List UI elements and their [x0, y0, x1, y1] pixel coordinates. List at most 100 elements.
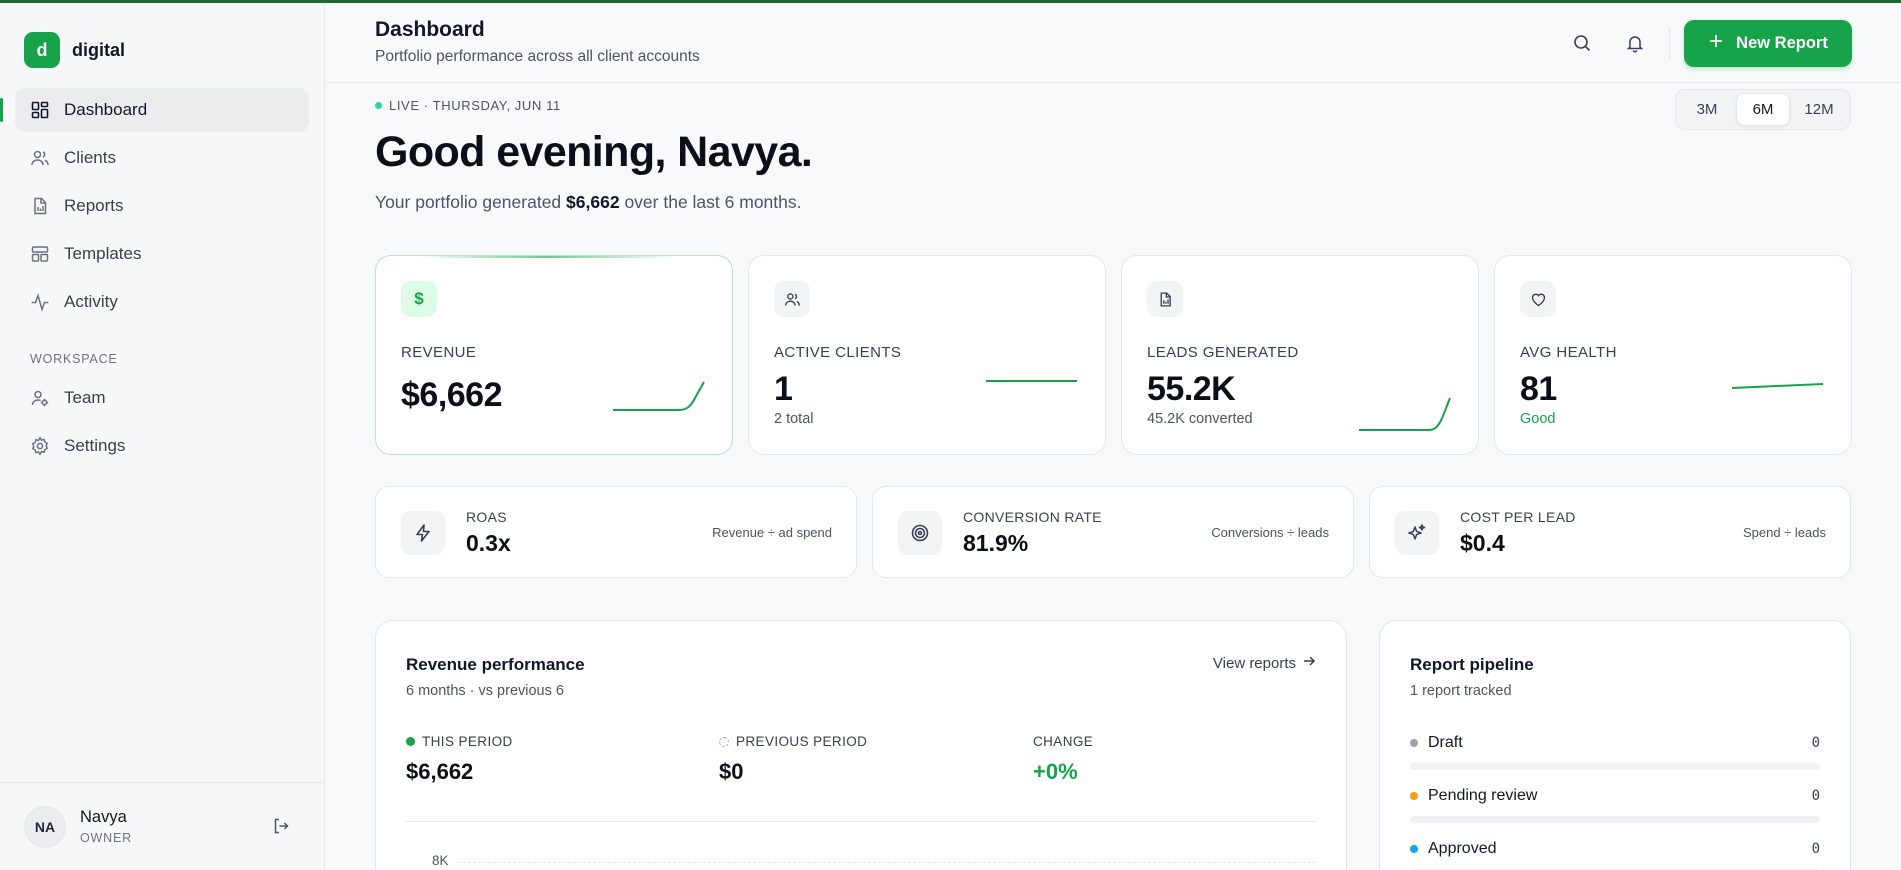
avatar[interactable]: NA	[24, 805, 66, 848]
sidebar-item-clients[interactable]: Clients	[15, 136, 309, 180]
layout-icon	[30, 244, 50, 264]
new-report-label: New Report	[1736, 34, 1828, 52]
card-divider	[406, 821, 1316, 822]
sidebar-item-label: Templates	[64, 244, 142, 263]
pipeline-label: Draft	[1428, 734, 1463, 751]
metric-label: CONVERSION RATE	[963, 509, 1102, 525]
kpi-label: REVENUE	[401, 344, 477, 361]
this-period: THIS PERIOD $6,662	[406, 734, 513, 785]
metric-card-conversion-rate[interactable]: CONVERSION RATE 81.9% Conversions ÷ lead…	[872, 486, 1354, 578]
sidebar-item-label: Dashboard	[64, 100, 148, 119]
sidebar-item-reports[interactable]: Reports	[15, 184, 309, 228]
live-status: LIVE · THURSDAY, JUN 11	[375, 98, 561, 113]
users-icon	[30, 148, 50, 168]
brand[interactable]: d digital	[24, 32, 125, 68]
pipeline-progress	[1410, 763, 1820, 770]
kpi-value: $6,662	[401, 376, 503, 414]
page-title: Dashboard	[375, 18, 485, 41]
sidebar-item-label: Clients	[64, 148, 116, 167]
metric-note: Conversions ÷ leads	[1211, 525, 1329, 540]
pipeline-count: 0	[1811, 788, 1820, 804]
label-text: PREVIOUS PERIOD	[736, 734, 868, 749]
page-subtitle: Portfolio performance across all client …	[375, 48, 700, 65]
brand-logo: d	[24, 32, 60, 68]
metric-note: Spend ÷ leads	[1742, 525, 1826, 540]
pipeline-count: 0	[1811, 841, 1820, 857]
header-divider	[1669, 27, 1670, 59]
kpi-row: $ REVENUE $6,662 ACTIVE CLIENTS 1 2 tota…	[375, 255, 1852, 455]
sidebar-item-activity[interactable]: Activity	[15, 280, 309, 324]
sidebar-item-settings[interactable]: Settings	[15, 424, 309, 468]
sidebar-item-team[interactable]: Team	[15, 376, 309, 420]
sidebar-nav: Dashboard Clients Reports Templates Acti…	[0, 88, 309, 472]
status-dot	[1410, 792, 1418, 800]
logout-icon[interactable]	[272, 817, 290, 840]
range-6m[interactable]: 6M	[1736, 93, 1790, 126]
range-3m[interactable]: 3M	[1680, 93, 1734, 126]
kpi-card-leads[interactable]: LEADS GENERATED 55.2K 45.2K converted	[1121, 255, 1479, 455]
metric-card-roas[interactable]: ROAS 0.3x Revenue ÷ ad spend	[375, 486, 857, 578]
kpi-value: 81	[1520, 370, 1557, 408]
pipeline-row-approved[interactable]: Approved 0	[1410, 840, 1820, 870]
label-text: THIS PERIOD	[422, 734, 513, 749]
arrow-right-icon	[1302, 654, 1316, 672]
sidebar-item-templates[interactable]: Templates	[15, 232, 309, 276]
change-value: +0%	[1033, 759, 1078, 784]
report-pipeline-card: Report pipeline 1 report tracked Draft 0…	[1379, 620, 1851, 870]
revenue-sparkline	[613, 381, 705, 411]
metric-card-cost-per-lead[interactable]: COST PER LEAD $0.4 Spend ÷ leads	[1369, 486, 1851, 578]
previous-period-label: PREVIOUS PERIOD	[719, 734, 867, 749]
sidebar: d digital Dashboard Clients Reports Temp…	[0, 0, 325, 870]
pipeline-row-draft[interactable]: Draft 0	[1410, 734, 1820, 770]
search-icon[interactable]	[1568, 29, 1596, 57]
revenue-performance-card: Revenue performance 6 months · vs previo…	[375, 620, 1347, 870]
kpi-foot: Good	[1520, 411, 1556, 427]
kpi-card-avg-health[interactable]: AVG HEALTH 81 Good	[1494, 255, 1852, 455]
previous-period: PREVIOUS PERIOD $0	[719, 734, 867, 785]
live-dot	[375, 102, 382, 109]
card-subtitle: 6 months · vs previous 6	[406, 683, 564, 699]
sidebar-item-label: Reports	[64, 196, 124, 215]
sidebar-item-dashboard[interactable]: Dashboard	[0, 88, 309, 132]
metric-row: ROAS 0.3x Revenue ÷ ad spend CONVERSION …	[375, 486, 1851, 578]
series-dot-dashed	[719, 736, 729, 747]
range-12m[interactable]: 12M	[1792, 93, 1846, 126]
kpi-value: 55.2K	[1147, 370, 1236, 408]
clients-sparkline	[986, 380, 1077, 382]
kpi-card-active-clients[interactable]: ACTIVE CLIENTS 1 2 total	[748, 255, 1106, 455]
kpi-card-revenue[interactable]: $ REVENUE $6,662	[375, 255, 733, 455]
bell-icon[interactable]	[1621, 29, 1649, 57]
status-dot	[1410, 845, 1418, 853]
leads-sparkline	[1359, 397, 1451, 431]
view-reports-link[interactable]: View reports	[1213, 654, 1316, 672]
pipeline-label: Approved	[1428, 840, 1497, 857]
status-dot	[1410, 739, 1418, 747]
kpi-label: LEADS GENERATED	[1147, 344, 1299, 361]
user-role: OWNER	[80, 831, 132, 845]
workspace-section-label: WORKSPACE	[30, 352, 118, 366]
kpi-accent-line	[416, 256, 676, 258]
kpi-foot: 2 total	[774, 411, 814, 427]
kpi-value: 1	[774, 370, 793, 408]
sidebar-item-label: Team	[64, 388, 106, 407]
summary-prefix: Your portfolio generated	[375, 192, 562, 212]
user-info: Navya OWNER	[80, 808, 132, 845]
metric-value: 81.9%	[963, 530, 1029, 556]
kpi-label: AVG HEALTH	[1520, 344, 1617, 361]
metric-value: 0.3x	[466, 530, 511, 556]
greeting-heading: Good evening, Navya.	[375, 128, 813, 176]
page-header: Dashboard Portfolio performance across a…	[326, 3, 1901, 83]
user-gear-icon	[30, 388, 50, 408]
sparkle-icon	[1395, 511, 1439, 555]
time-range-selector: 3M 6M 12M	[1675, 89, 1851, 130]
target-icon	[898, 511, 942, 555]
users-icon	[774, 281, 810, 317]
sidebar-item-label: Activity	[64, 292, 118, 311]
dashboard-icon	[30, 100, 50, 120]
pipeline-row-pending-review[interactable]: Pending review 0	[1410, 787, 1820, 823]
kpi-foot: 45.2K converted	[1147, 411, 1253, 427]
top-accent-line	[0, 0, 1901, 3]
live-text: LIVE · THURSDAY, JUN 11	[389, 98, 561, 113]
plus-icon	[1708, 33, 1724, 54]
new-report-button[interactable]: New Report	[1684, 20, 1852, 67]
